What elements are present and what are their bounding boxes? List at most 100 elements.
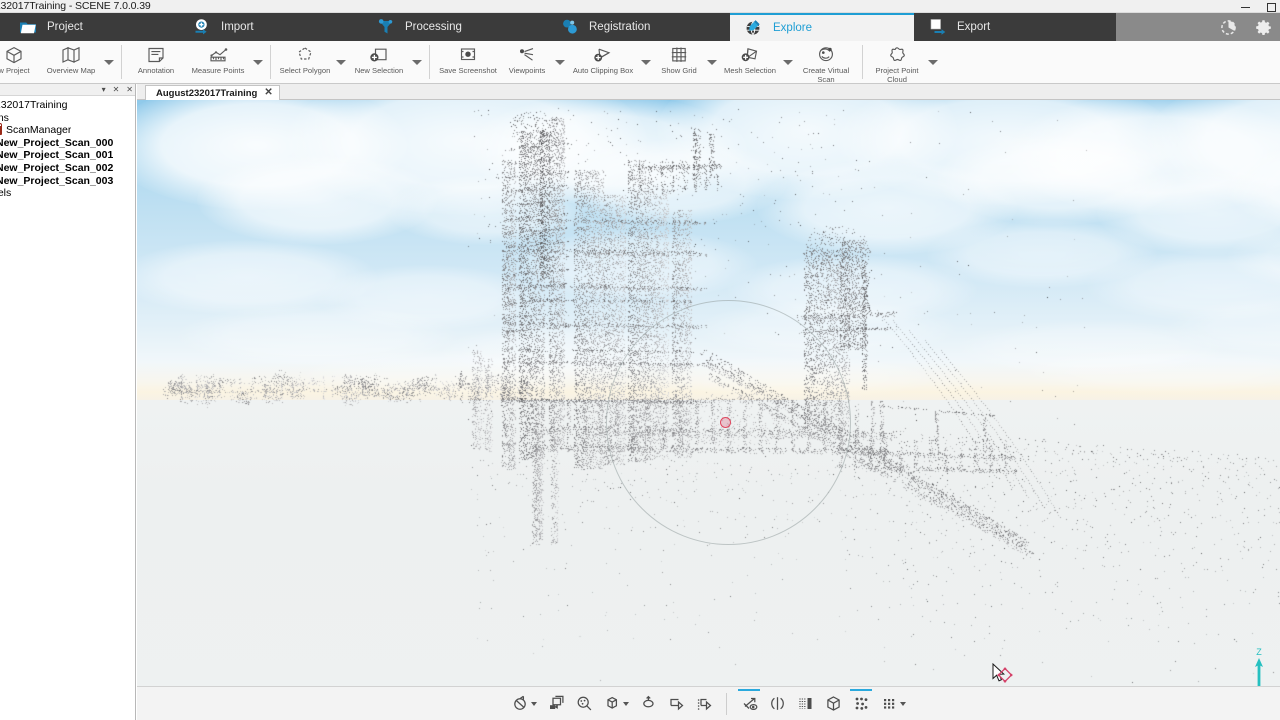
toolbar-button-select-polygon[interactable]: Select Polygon (276, 41, 334, 84)
3d-viewport[interactable]: Z (137, 100, 1280, 720)
bottom-toolbar-button-point-size[interactable] (847, 688, 875, 719)
toolbar-button-label: Auto Clipping Box (572, 66, 634, 75)
pivot-point-marker (720, 417, 731, 428)
toolbar-dropdown-new-selection[interactable] (410, 41, 424, 84)
toolbar-button-show-grid[interactable]: Show Grid (653, 41, 705, 84)
point-cloud-icon (886, 45, 908, 65)
cloud (957, 320, 1227, 376)
ribbon-tab-label: Registration (589, 21, 651, 33)
toolbar-button-label: New Selection (354, 66, 404, 75)
fly-camera-icon (547, 694, 566, 713)
toolbar-dropdown-select-polygon[interactable] (334, 41, 348, 84)
toolbar-button-new-project[interactable]: w Project (0, 41, 40, 84)
toolbar-button-measure-points[interactable]: Measure Points (185, 41, 251, 84)
bottom-toolbar-button-top-view[interactable] (634, 689, 662, 719)
toolbar-dropdown-measure-points[interactable] (251, 41, 265, 84)
zoom-region-icon (575, 694, 594, 713)
wire-cube-icon (824, 694, 843, 713)
ground-plane (137, 400, 1280, 720)
panel-close-icon[interactable]: ✕ (126, 85, 133, 95)
toolbar-dropdown-show-grid[interactable] (705, 41, 719, 84)
progress-pie-icon[interactable] (1220, 19, 1237, 36)
new-selection-icon (368, 45, 390, 65)
toolbar-dropdown-auto-clipping-box[interactable] (639, 41, 653, 84)
ribbon-tab-label: Import (221, 21, 254, 33)
toolbar-button-mesh-selection[interactable]: Mesh Selection (719, 41, 781, 84)
cloud (137, 100, 407, 210)
ribbon-tab-explore[interactable]: Explore (726, 13, 914, 41)
chevron-down-icon (531, 701, 537, 706)
tree-item-scan-002[interactable]: New_Project_Scan_002 (0, 162, 135, 175)
cloud (297, 350, 597, 398)
application-window: t232017Training - SCENE 7.0.0.39 Project… (0, 0, 1280, 720)
orbit-rotate-icon (511, 694, 530, 713)
axis-z-label: Z (1256, 647, 1262, 657)
cloud (467, 100, 747, 205)
export-icon (928, 17, 948, 37)
tree-item-scan-001[interactable]: New_Project_Scan_001 (0, 149, 135, 162)
cloud (837, 100, 1177, 205)
tree-item-scan-003[interactable]: New_Project_Scan_003 (0, 175, 135, 188)
bottom-toolbar-button-cube-view[interactable] (819, 689, 847, 719)
tree-item-scan-000[interactable]: New_Project_Scan_000 (0, 137, 135, 150)
toolbar-dropdown-overview-map[interactable] (102, 41, 116, 84)
toolbar-dropdown-mesh-selection[interactable] (781, 41, 795, 84)
chevron-down-icon (555, 60, 565, 65)
ribbon-tab-registration[interactable]: Registration (542, 13, 730, 41)
toolbar-dropdown-project-point-cloud[interactable] (926, 41, 940, 84)
cloud (387, 175, 587, 245)
document-tab-close-icon[interactable]: ✕ (264, 88, 272, 98)
ribbon-tab-processing[interactable]: Processing (358, 13, 546, 41)
bottom-toolbar-button-fly[interactable] (542, 689, 570, 719)
tree-item-project-root[interactable]: t232017Training (0, 99, 135, 112)
bottom-toolbar-button-measure-tool[interactable] (735, 688, 763, 719)
toolbar-separator (270, 45, 271, 79)
bottom-toolbar-button-zoom[interactable] (570, 689, 598, 719)
chevron-down-icon (623, 701, 629, 706)
toolbar-dropdown-viewpoints[interactable] (553, 41, 567, 84)
cloud (937, 135, 1177, 225)
toolbar-button-new-selection[interactable]: New Selection (348, 41, 410, 84)
toolbar-button-annotation[interactable]: Annotation (127, 41, 185, 84)
ribbon-tab-project[interactable]: Project (0, 13, 178, 41)
bottom-toolbar-button-orbit[interactable] (506, 689, 542, 719)
bottom-toolbar-button-layout-grid[interactable] (875, 689, 911, 719)
tree-item-label: t232017Training (0, 99, 68, 111)
bottom-toolbar-button-box[interactable] (598, 689, 634, 719)
cloud (317, 265, 537, 330)
tree-item-label: New_Project_Scan_003 (0, 174, 114, 187)
chevron-down-icon (900, 701, 906, 706)
toolbar-button-project-point-cloud[interactable]: Project Point Cloud (868, 41, 926, 84)
panel-menu-icon[interactable]: ▾ (102, 85, 106, 95)
cloud (1227, 140, 1280, 235)
top-view-icon (639, 694, 658, 713)
cloud (1007, 100, 1280, 215)
toolbar-button-auto-clipping-box[interactable]: Auto Clipping Box (567, 41, 639, 84)
ribbon-tab-import[interactable]: Import (174, 13, 362, 41)
maximize-button[interactable] (1265, 1, 1276, 12)
gear-icon[interactable] (1255, 19, 1272, 36)
tree-item-models[interactable]: dels (0, 187, 135, 200)
bottom-toolbar-button-iso-view[interactable] (690, 689, 718, 719)
cloud (757, 160, 1017, 255)
panel-pin-icon[interactable]: ✕ (113, 85, 120, 95)
chevron-down-icon (336, 60, 346, 65)
bottom-toolbar-button-front-view[interactable] (662, 689, 690, 719)
toolbar-separator (429, 45, 430, 79)
chevron-down-icon (253, 60, 263, 65)
toolbar-button-overview-map[interactable]: Overview Map (40, 41, 102, 84)
tree-item-scans[interactable]: ans (0, 112, 135, 125)
toolbar-button-viewpoints[interactable]: Viewpoints (501, 41, 553, 84)
toolbar-button-label: Annotation (137, 66, 175, 75)
chevron-down-icon (104, 60, 114, 65)
document-tab-august232017training[interactable]: August232017Training ✕ (145, 85, 280, 100)
toolbar-button-save-screenshot[interactable]: Save Screenshot (435, 41, 501, 84)
minimize-button[interactable] (1240, 1, 1251, 12)
toolbar-button-create-virtual-scan[interactable]: Create Virtual Scan (795, 41, 857, 84)
bottom-toolbar-button-clip-plane[interactable] (763, 689, 791, 719)
bottom-toolbar-button-slice-view[interactable] (791, 689, 819, 719)
tree-item-scanmanager[interactable]: ScanManager (0, 122, 135, 137)
tree-item-label: New_Project_Scan_001 (0, 149, 114, 162)
ribbon-tab-export[interactable]: Export (910, 13, 1116, 41)
registration-icon (560, 17, 580, 37)
